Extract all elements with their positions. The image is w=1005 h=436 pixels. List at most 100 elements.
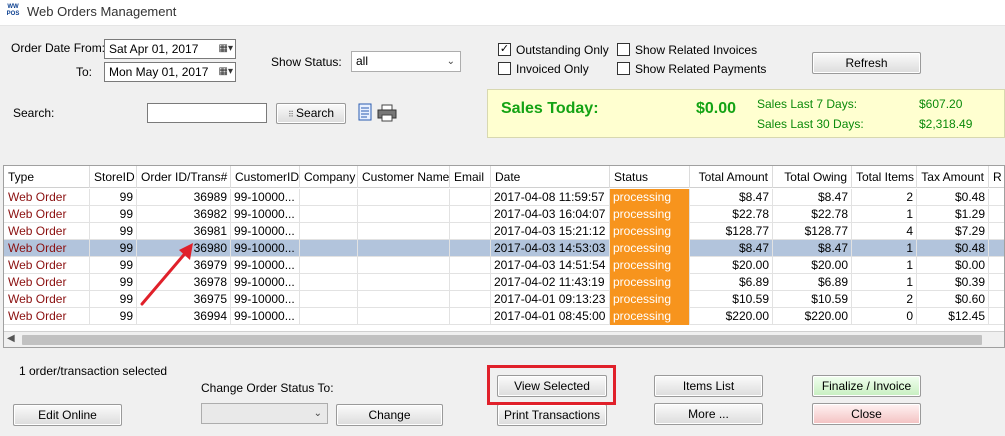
change-status-select[interactable]: ⌄ <box>201 403 328 424</box>
column-header-total-owing[interactable]: Total Owing <box>773 166 852 188</box>
cell-company <box>300 274 358 291</box>
sales-last7-label: Sales Last 7 Days: <box>757 97 858 111</box>
cell-storeid: 99 <box>90 206 137 223</box>
cell-customer-name <box>358 308 450 325</box>
cell-status: processing <box>610 206 690 223</box>
cell-status: processing <box>610 274 690 291</box>
cell-customerid: 99-10000... <box>231 206 300 223</box>
table-row[interactable]: Web Order 99 36994 99-10000... 2017-04-0… <box>4 308 1004 325</box>
change-button[interactable]: Change <box>336 404 443 426</box>
cell-date: 2017-04-03 16:04:07 <box>491 206 610 223</box>
show-status-select[interactable]: all ⌄ <box>351 51 461 72</box>
cell-total-items: 1 <box>852 206 917 223</box>
cell-customerid: 99-10000... <box>231 240 300 257</box>
column-header-date[interactable]: Date <box>491 166 610 188</box>
sales-today-label: Sales Today: <box>501 100 599 117</box>
cell-total-owing: $20.00 <box>773 257 852 274</box>
show-status-value: all <box>356 54 369 68</box>
show-related-payments-checkbox[interactable] <box>617 62 630 75</box>
table-row[interactable]: Web Order 99 36989 99-10000... 2017-04-0… <box>4 189 1004 206</box>
cell-type: Web Order <box>4 274 90 291</box>
column-header-total-items[interactable]: Total Items <box>852 166 917 188</box>
cell-total-amount: $22.78 <box>690 206 773 223</box>
show-related-invoices-checkbox[interactable] <box>617 43 630 56</box>
cell-customerid: 99-10000... <box>231 291 300 308</box>
search-label: Search: <box>13 106 55 120</box>
cell-type: Web Order <box>4 189 90 206</box>
column-header-customerid[interactable]: CustomerID <box>231 166 300 188</box>
selection-status-text: 1 order/transaction selected <box>19 364 168 378</box>
print-transactions-button[interactable]: Print Transactions <box>497 404 607 426</box>
cell-total-amount: $8.47 <box>690 189 773 206</box>
scrollbar-thumb[interactable] <box>22 335 982 345</box>
scroll-left-icon[interactable]: ◀ <box>7 333 15 344</box>
cell-customer-name <box>358 189 450 206</box>
cell-status: processing <box>610 291 690 308</box>
cell-total-amount: $10.59 <box>690 291 773 308</box>
document-icon[interactable] <box>358 103 372 121</box>
cell-customerid: 99-10000... <box>231 274 300 291</box>
search-button-label: Search <box>296 106 335 120</box>
refresh-button[interactable]: Refresh <box>812 52 921 74</box>
close-button[interactable]: Close <box>812 403 921 425</box>
cell-total-owing: $10.59 <box>773 291 852 308</box>
column-header-tax-amount[interactable]: Tax Amount <box>917 166 989 188</box>
cell-company <box>300 308 358 325</box>
cell-storeid: 99 <box>90 223 137 240</box>
outstanding-only-label: Outstanding Only <box>516 43 609 57</box>
column-header-total-amount[interactable]: Total Amount <box>690 166 773 188</box>
column-header-order-id[interactable]: Order ID/Trans# <box>137 166 231 188</box>
show-related-payments-label: Show Related Payments <box>635 62 767 76</box>
cell-status: processing <box>610 308 690 325</box>
cell-customer-name <box>358 206 450 223</box>
column-header-type[interactable]: Type <box>4 166 90 188</box>
cell-type: Web Order <box>4 240 90 257</box>
column-header-status[interactable]: Status <box>610 166 690 188</box>
cell-customerid: 99-10000... <box>231 223 300 240</box>
table-row[interactable]: Web Order 99 36982 99-10000... 2017-04-0… <box>4 206 1004 223</box>
invoiced-only-checkbox[interactable] <box>498 62 511 75</box>
cell-customerid: 99-10000... <box>231 189 300 206</box>
cell-storeid: 99 <box>90 308 137 325</box>
cell-order-id: 36982 <box>137 206 231 223</box>
cell-total-amount: $8.47 <box>690 240 773 257</box>
calendar-dropdown-icon[interactable]: ▦▾ <box>209 42 233 56</box>
horizontal-scrollbar[interactable]: ◀ <box>4 331 1004 347</box>
cell-total-owing: $6.89 <box>773 274 852 291</box>
chevron-down-icon: ⌄ <box>313 408 322 419</box>
cell-storeid: 99 <box>90 240 137 257</box>
edit-online-button[interactable]: Edit Online <box>13 404 122 426</box>
cell-customerid: 99-10000... <box>231 308 300 325</box>
printer-icon[interactable] <box>377 104 397 122</box>
items-list-button[interactable]: Items List <box>654 375 763 397</box>
loading-dots-icon: ⠿ <box>287 110 297 119</box>
calendar-dropdown-icon[interactable]: ▦▾ <box>209 65 233 79</box>
annotation-highlight-box <box>487 365 616 405</box>
more-button[interactable]: More ... <box>654 403 763 425</box>
cell-customer-name <box>358 257 450 274</box>
search-button[interactable]: ⠿ Search <box>276 103 346 124</box>
finalize-invoice-button[interactable]: Finalize / Invoice <box>812 375 921 397</box>
column-header-r[interactable]: R <box>989 166 1004 188</box>
cell-type: Web Order <box>4 206 90 223</box>
column-header-storeid[interactable]: StoreID <box>90 166 137 188</box>
search-input[interactable] <box>147 103 267 123</box>
cell-email <box>450 308 491 325</box>
cell-total-amount: $20.00 <box>690 257 773 274</box>
date-from-picker[interactable]: Sat Apr 01, 2017 ▦▾ <box>104 39 236 59</box>
outstanding-only-checkbox[interactable]: ✓ <box>498 43 511 56</box>
cell-date: 2017-04-01 08:45:00 <box>491 308 610 325</box>
column-header-email[interactable]: Email <box>450 166 491 188</box>
cell-date: 2017-04-03 14:53:03 <box>491 240 610 257</box>
date-to-value: Mon May 01, 2017 <box>109 65 209 79</box>
cell-storeid: 99 <box>90 274 137 291</box>
cell-storeid: 99 <box>90 291 137 308</box>
show-related-invoices-label: Show Related Invoices <box>635 43 758 57</box>
column-header-company[interactable]: Company <box>300 166 358 188</box>
date-to-picker[interactable]: Mon May 01, 2017 ▦▾ <box>104 62 236 82</box>
sales-last7-value: $607.20 <box>919 97 963 111</box>
date-from-label: Order Date From: <box>11 41 106 55</box>
cell-total-items: 0 <box>852 308 917 325</box>
cell-tax-amount: $0.48 <box>917 189 989 206</box>
column-header-customer-name[interactable]: Customer Name <box>358 166 450 188</box>
